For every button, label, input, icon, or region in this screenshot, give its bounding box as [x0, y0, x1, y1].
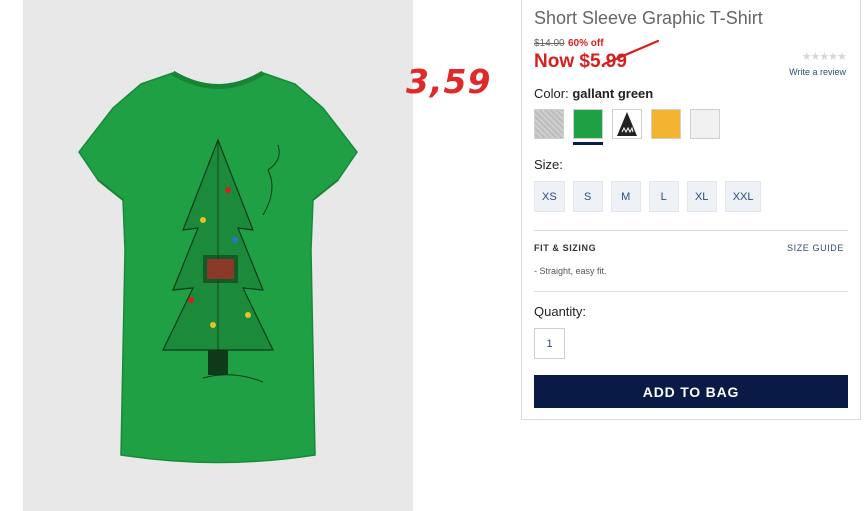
write-review-link[interactable]: Write a review — [789, 67, 846, 77]
quantity-label: Quantity: — [534, 304, 587, 319]
product-page: 3,59 Short Sleeve Graphic T-Shirt $14.00… — [0, 0, 864, 511]
swatch-gallant-green[interactable] — [573, 109, 603, 145]
price-strike-mark — [602, 39, 660, 66]
size-xxl-button[interactable]: XXL — [724, 181, 762, 212]
quantity-selector[interactable]: 1 — [534, 328, 565, 359]
size-xl-button[interactable]: XL — [686, 181, 717, 212]
size-s-button[interactable]: S — [572, 181, 603, 212]
add-to-bag-button[interactable]: ADD TO BAG — [534, 375, 848, 408]
product-info-panel: Short Sleeve Graphic T-Shirt $14.00 60% … — [521, 0, 861, 420]
size-xs-button[interactable]: XS — [534, 181, 565, 212]
swatch-white[interactable] — [690, 109, 720, 139]
size-m-button[interactable]: M — [610, 181, 641, 212]
swatch-heather-grey[interactable] — [534, 109, 564, 139]
swatch-yellow[interactable] — [651, 109, 681, 139]
divider — [534, 291, 848, 292]
star-rating-icon: ★★★★★ — [801, 51, 847, 63]
rating-block: ★★★★★ Write a review — [789, 50, 847, 77]
product-title: Short Sleeve Graphic T-Shirt — [534, 8, 763, 28]
shark-icon — [617, 112, 637, 136]
color-swatches — [534, 109, 720, 145]
size-l-button[interactable]: L — [648, 181, 679, 212]
original-price: $14.00 — [534, 38, 565, 49]
size-guide-link[interactable]: SIZE GUIDE — [787, 243, 844, 253]
discount-badge: 60% off — [568, 38, 604, 49]
divider — [534, 230, 848, 231]
fit-sizing-title[interactable]: FIT & SIZING — [534, 243, 596, 253]
color-label: Color: gallant green — [534, 86, 653, 101]
product-image[interactable] — [23, 0, 413, 511]
selected-color-name: gallant green — [572, 86, 654, 101]
fit-description: - Straight, easy fit. — [534, 266, 607, 276]
tshirt-illustration — [78, 70, 358, 464]
handwritten-price-annotation: 3,59 — [406, 62, 492, 101]
size-options: XS S M L XL XXL — [534, 181, 762, 212]
swatch-shark[interactable] — [612, 109, 642, 139]
size-label: Size: — [534, 157, 563, 172]
color-label-text: Color: — [534, 86, 569, 101]
